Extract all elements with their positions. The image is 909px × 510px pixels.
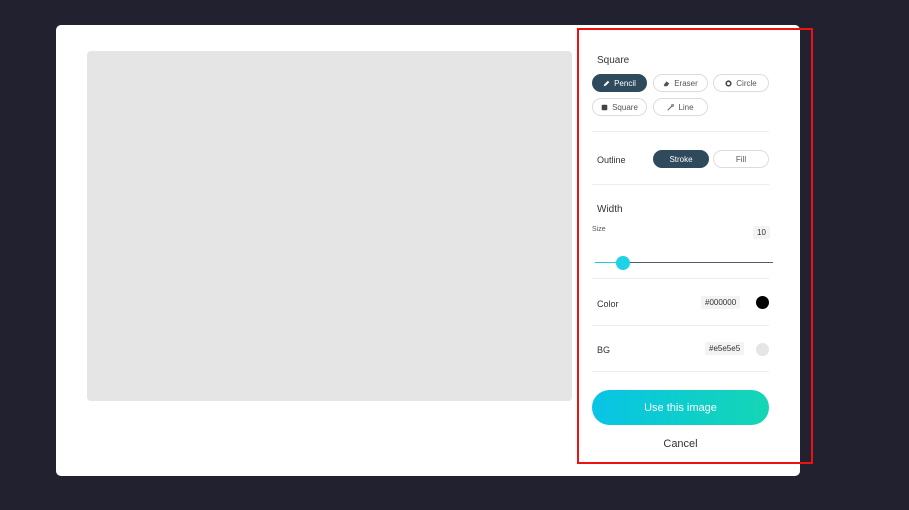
pencil-icon <box>603 80 610 86</box>
divider <box>592 131 769 132</box>
outline-label: Outline <box>597 155 626 165</box>
divider <box>592 184 769 185</box>
size-value-badge: 10 <box>753 226 770 239</box>
tool-pencil-button[interactable]: Pencil <box>592 74 647 92</box>
shape-section-title: Square <box>597 55 630 66</box>
tool-square-button[interactable]: Square <box>592 98 647 116</box>
width-section-title: Width <box>597 204 623 215</box>
tool-circle-button[interactable]: Circle <box>713 74 769 92</box>
divider <box>592 371 769 372</box>
use-image-button[interactable]: Use this image <box>592 390 769 425</box>
outline-stroke-button[interactable]: Stroke <box>653 150 709 168</box>
slider-track <box>623 262 773 263</box>
divider <box>592 278 769 279</box>
cancel-link[interactable]: Cancel <box>592 438 769 450</box>
tool-line-button[interactable]: Line <box>653 98 708 116</box>
slider-thumb[interactable] <box>616 256 630 270</box>
bg-swatch[interactable] <box>756 343 769 356</box>
size-label: Size <box>592 226 606 233</box>
square-icon <box>601 104 608 110</box>
divider <box>592 325 769 326</box>
color-swatch[interactable] <box>756 296 769 309</box>
drawing-canvas[interactable] <box>87 51 572 401</box>
drawing-modal: Square Pencil Eraser Circle Square Line … <box>56 25 813 476</box>
outline-fill-button[interactable]: Fill <box>713 150 769 168</box>
tool-eraser-button[interactable]: Eraser <box>653 74 708 92</box>
tool-panel: Square Pencil Eraser Circle Square Line … <box>577 28 813 464</box>
bg-hex-value[interactable]: #e5e5e5 <box>705 342 745 355</box>
color-label: Color <box>597 299 619 309</box>
eraser-icon <box>663 80 670 86</box>
line-icon <box>667 103 675 111</box>
circle-icon <box>725 79 732 87</box>
bg-label: BG <box>597 345 611 355</box>
size-slider[interactable] <box>595 256 773 270</box>
color-hex-value[interactable]: #000000 <box>701 296 741 309</box>
